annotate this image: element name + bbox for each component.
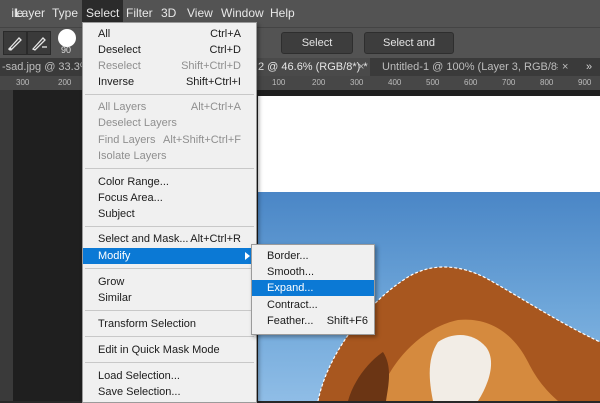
select-and-mask-button[interactable]: Select and Mask... (364, 32, 454, 69)
menu-separator (85, 226, 254, 227)
menu-separator (85, 168, 254, 169)
ruler-label: 500 (426, 78, 440, 87)
select-subject-button[interactable]: Select Subject (281, 32, 353, 69)
menu-item-feather[interactable]: Feather... Shift+F6 (252, 313, 374, 329)
menu-item-select-and-mask[interactable]: Select and Mask... Alt+Ctrl+R (83, 231, 256, 247)
ruler-label: 800 (540, 78, 554, 87)
menu-item-save-selection[interactable]: Save Selection... (83, 384, 256, 400)
menu-item-contract[interactable]: Contract... (252, 297, 374, 313)
menu-separator (85, 336, 254, 337)
menu-item-all-layers[interactable]: All Layers Alt+Ctrl+A (83, 99, 256, 115)
menu-item-reselect[interactable]: Reselect Shift+Ctrl+D (83, 58, 256, 74)
tab-2-close-icon[interactable]: × (358, 58, 368, 76)
menu-file-mask (0, 0, 11, 27)
ruler-label: 700 (502, 78, 516, 87)
menu-item-quick-mask[interactable]: Edit in Quick Mask Mode (83, 342, 256, 358)
submenu-arrow-icon (245, 252, 250, 260)
brush-subtract-icon[interactable] (27, 31, 51, 55)
menu-item-load-selection[interactable]: Load Selection... (83, 368, 256, 384)
menu-item-similar[interactable]: Similar (83, 290, 256, 306)
select-menu: All Ctrl+A Deselect Ctrl+D Reselect Shift+C… (82, 22, 257, 403)
menu-item-modify[interactable]: Modify (83, 248, 256, 264)
tab-3-close-icon[interactable]: × (562, 58, 572, 76)
menu-separator (85, 310, 254, 311)
tab-overflow-icon[interactable]: » (586, 58, 598, 76)
menu-item-expand[interactable]: Expand... (252, 280, 374, 296)
menu-item-inverse[interactable]: Inverse Shift+Ctrl+I (83, 74, 256, 90)
menu-item-all[interactable]: All Ctrl+A (83, 26, 256, 42)
menu-item-find-layers[interactable]: Find Layers Alt+Shift+Ctrl+F (83, 132, 256, 148)
menu-item-isolate-layers[interactable]: Isolate Layers (83, 148, 256, 164)
menu-item-grow[interactable]: Grow (83, 274, 256, 290)
brush-tool-icon[interactable] (3, 31, 27, 55)
ruler-label: 600 (464, 78, 478, 87)
menu-item-focus-area[interactable]: Focus Area... (83, 190, 256, 206)
menu-item-border[interactable]: Border... (252, 248, 374, 264)
tab-document-3[interactable]: Untitled-1 @ 100% (Layer 3, RGB/8#) * (382, 58, 558, 76)
ruler-label: 400 (388, 78, 402, 87)
ruler-label: 300 (350, 78, 364, 87)
tab-document-1[interactable]: -sad.jpg @ 33.3% (R (0, 58, 84, 76)
menu-separator (85, 362, 254, 363)
menu-item-deselect[interactable]: Deselect Ctrl+D (83, 42, 256, 58)
tab-document-2[interactable]: 2 @ 46.6% (RGB/8*) * (256, 58, 370, 76)
menu-item-subject[interactable]: Subject (83, 206, 256, 222)
menu-layer[interactable]: Layer (11, 0, 49, 27)
ruler-label: 300 (16, 78, 30, 87)
modify-submenu: Border... Smooth... Expand... Contract..… (251, 244, 375, 335)
menu-item-deselect-layers[interactable]: Deselect Layers (83, 115, 256, 131)
menu-separator (85, 268, 254, 269)
menu-type[interactable]: Type (48, 0, 82, 27)
ruler-label: 100 (272, 78, 286, 87)
ruler-label: 200 (58, 78, 72, 87)
ruler-label: 900 (578, 78, 592, 87)
ruler-label: 200 (312, 78, 326, 87)
brush-size: 90 (61, 45, 72, 55)
menu-help[interactable]: Help (266, 0, 299, 27)
menu-item-color-range[interactable]: Color Range... (83, 174, 256, 190)
vertical-ruler (0, 90, 13, 401)
menu-item-smooth[interactable]: Smooth... (252, 264, 374, 280)
menu-separator (85, 94, 254, 95)
menu-item-transform-selection[interactable]: Transform Selection (83, 316, 256, 332)
